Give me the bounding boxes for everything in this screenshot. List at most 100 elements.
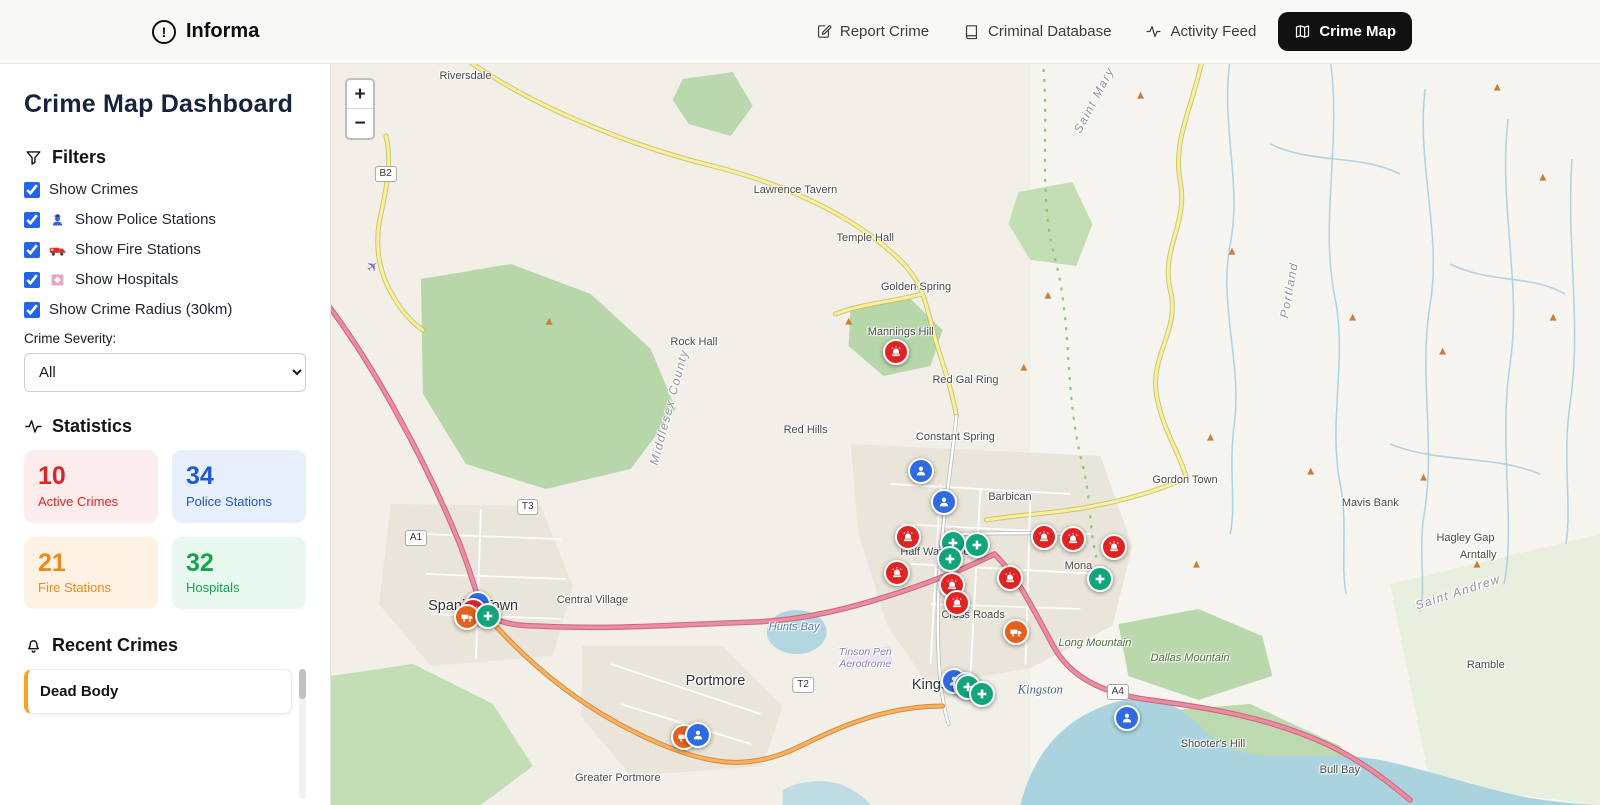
road-shield-t3: T3: [516, 499, 539, 516]
stat-value: 21: [38, 548, 66, 577]
hospital-marker[interactable]: [937, 545, 964, 572]
recent-crimes-heading: Recent Crimes: [24, 635, 306, 656]
statistics-heading: Statistics: [24, 416, 306, 437]
peak-icon: ▲: [545, 316, 553, 327]
recent-crime-title: Dead Body: [40, 683, 119, 700]
recent-crimes-list: Dead Body: [24, 669, 306, 799]
police-marker[interactable]: [684, 722, 711, 749]
nav-label: Crime Map: [1319, 23, 1396, 40]
fire-marker[interactable]: [1003, 619, 1030, 646]
crime-marker[interactable]: [883, 560, 910, 587]
zoom-in-button[interactable]: +: [347, 80, 373, 109]
nav-criminal-database[interactable]: Criminal Database: [951, 13, 1123, 50]
recent-crime-item[interactable]: Dead Body: [24, 669, 292, 714]
peak-icon: ▲: [1206, 432, 1214, 443]
police-officer-icon: [49, 211, 66, 228]
map-label-rock-hall: Rock Hall: [670, 335, 718, 348]
peak-icon: ▲: [1307, 466, 1315, 477]
road-shield-a4: A4: [1106, 684, 1129, 701]
report-crime-icon: [815, 23, 832, 40]
filter-show-crime-radius-30km[interactable]: Show Crime Radius (30km): [24, 301, 306, 318]
crime-marker[interactable]: [1100, 534, 1127, 561]
police-marker[interactable]: [908, 457, 935, 484]
filter-label: Show Police Stations: [75, 211, 216, 228]
stat-value: 10: [38, 462, 66, 490]
zoom-control: + −: [345, 78, 375, 140]
map-label-arntally: Arntally: [1459, 549, 1497, 562]
hospital-marker[interactable]: [475, 603, 502, 630]
top-navbar: ! Informa Report Crime Criminal Database A…: [0, 0, 1600, 64]
map-label-barbican: Barbican: [988, 490, 1032, 503]
peak-icon: ▲: [1020, 362, 1028, 373]
stat-label: Active Crimes: [38, 493, 119, 509]
map-label-lawrence-tavern: Lawrence Tavern: [753, 183, 838, 196]
nav-report-crime[interactable]: Report Crime: [803, 13, 941, 50]
nav-label: Criminal Database: [988, 23, 1112, 40]
map-label-hunts-bay: Hunts Bay: [768, 621, 820, 634]
crime-marker[interactable]: [895, 523, 922, 550]
crime-marker[interactable]: [943, 589, 970, 616]
map-label-red-hills: Red Hills: [783, 424, 828, 437]
filter-label: Show Crime Radius (30km): [49, 301, 233, 318]
map-label-riversdale: Riversdale: [439, 69, 492, 82]
map-label-mavis-bank: Mavis Bank: [1341, 496, 1399, 509]
filter-list: Show Crimes Show Police Stations Show Fire…: [24, 181, 306, 318]
filter-show-fire-stations[interactable]: Show Fire Stations: [24, 241, 306, 258]
peak-icon: ▲: [1228, 246, 1236, 257]
filters-heading: Filters: [24, 147, 306, 168]
scrollbar-thumb[interactable]: [299, 669, 306, 699]
stat-value: 32: [186, 548, 214, 577]
peak-icon: ▲: [1539, 172, 1547, 183]
bell-icon: [28, 640, 39, 653]
filter-checkbox[interactable]: [24, 271, 40, 288]
map-canvas[interactable]: ▲ ▲ ▲ ▲ ▲ ▲ ▲ ▲ ▲ ▲ ▲ ▲ ▲ ▲ ▲ ▲ ✈ Riversdale Lawrence Tav…: [330, 64, 1600, 805]
map-label-mannings-hill: Mannings Hill: [867, 326, 934, 339]
map-label-kingston: Kingston: [1017, 682, 1063, 697]
nav-label: Activity Feed: [1170, 23, 1257, 40]
criminal-database-icon: [963, 23, 980, 40]
crime-marker[interactable]: [996, 565, 1023, 592]
police-marker[interactable]: [930, 488, 957, 515]
map-label-constant-spring: Constant Spring: [915, 430, 995, 443]
hospital-icon: [49, 271, 66, 288]
peak-icon: ▲: [1044, 290, 1052, 301]
crime-marker[interactable]: [1031, 523, 1058, 550]
recent-crimes-scrollbar[interactable]: [299, 669, 306, 799]
peak-icon: ▲: [1420, 472, 1428, 483]
stat-label: Hospitals: [186, 580, 240, 595]
nav-crime-map[interactable]: Crime Map: [1278, 12, 1412, 51]
zoom-out-button[interactable]: −: [347, 109, 373, 138]
crime-map-icon: [1294, 23, 1311, 40]
filter-checkbox[interactable]: [24, 211, 40, 228]
filter-checkbox[interactable]: [24, 181, 40, 198]
stat-label: Police Stations: [186, 493, 272, 509]
informa-logo-icon: !: [152, 19, 176, 44]
map-label-mona: Mona: [1064, 560, 1093, 573]
filter-show-hospitals[interactable]: Show Hospitals: [24, 271, 306, 288]
peak-icon: ▲: [1137, 90, 1145, 101]
stat-card-fire-stations: 21 Fire Stations: [24, 536, 158, 609]
map-label-temple-hall: Temple Hall: [836, 232, 894, 245]
map-label-long-mountain: Long Mountain: [1058, 637, 1132, 650]
filter-show-crimes[interactable]: Show Crimes: [24, 181, 306, 198]
map-label-shooter-s-hill: Shooter's Hill: [1180, 738, 1246, 751]
hospital-marker[interactable]: [963, 531, 990, 558]
navbar-items: Report Crime Criminal Database Activity Fe…: [803, 12, 1412, 51]
police-marker[interactable]: [1113, 705, 1140, 732]
filter-checkbox[interactable]: [24, 301, 40, 318]
filter-show-police-stations[interactable]: Show Police Stations: [24, 211, 306, 228]
nav-activity-feed[interactable]: Activity Feed: [1133, 13, 1268, 50]
hospital-marker[interactable]: [968, 680, 995, 707]
crime-marker[interactable]: [882, 339, 909, 366]
crime-marker[interactable]: [1060, 525, 1087, 552]
brand-name: Informa: [186, 20, 260, 42]
filter-checkbox[interactable]: [24, 241, 40, 258]
crime-severity-select[interactable]: All: [24, 353, 306, 392]
map-label-ramble: Ramble: [1466, 658, 1505, 671]
hospital-marker[interactable]: [1087, 565, 1113, 592]
map-label-greater-portmore: Greater Portmore: [574, 771, 661, 784]
road-shield-a1: A1: [404, 530, 428, 547]
app: ! Informa Report Crime Criminal Database A…: [0, 0, 1600, 805]
stat-card-hospitals: 32 Hospitals: [172, 536, 306, 609]
crime-severity-label: Crime Severity:: [24, 331, 117, 346]
